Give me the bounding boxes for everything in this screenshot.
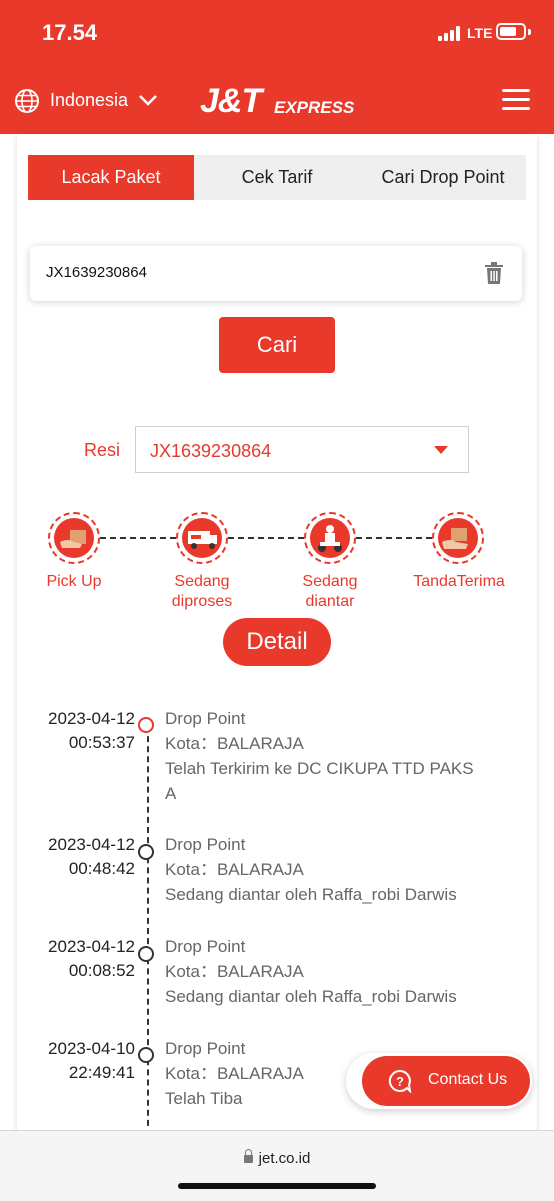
url-text: jet.co.id [258,1150,311,1167]
chevron-down-icon[interactable] [138,93,158,107]
signal-icon [438,25,464,41]
timeline-date: 2023-04-12 00:08:52 [48,937,135,980]
trash-icon[interactable] [485,262,503,284]
timeline-date: 2023-04-10 22:49:41 [48,1039,135,1082]
timeline-details: Drop Point Kota：BALARAJA Sedang diantar o… [165,835,457,904]
step-label-pickup: Pick Up [46,573,102,590]
hamburger-menu-icon[interactable] [502,89,530,111]
resi-label: Resi [84,440,121,460]
logo-sub: EXPRESS [274,98,355,117]
contact-us-button[interactable]: ? Contact Us [362,1056,530,1106]
logo-main: J&T [200,82,262,120]
timeline-line [147,726,149,1136]
timeline-dot [138,1047,154,1063]
step-connector [356,537,432,539]
battery-icon [496,23,526,40]
jnt-logo[interactable]: J&T EXPRESS [200,82,360,122]
search-button[interactable]: Cari [219,317,335,373]
step-connector [228,537,304,539]
step-processing-icon [176,512,228,564]
timeline-date: 2023-04-12 00:48:42 [48,835,135,878]
tab-cari-drop-point[interactable]: Cari Drop Point [360,155,526,200]
svg-text:?: ? [396,1074,404,1089]
timeline-dot [138,717,154,733]
network-label: LTE [467,25,493,41]
contact-us-label: Contact Us [428,1071,508,1088]
timeline-dot [138,946,154,962]
resi-selected-value: JX1639230864 [150,441,272,461]
step-delivering-icon [304,512,356,564]
timeline-date: 2023-04-12 00:53:37 [48,709,135,752]
step-label-delivering: Sedang diantar [302,573,358,610]
step-received-icon [432,512,484,564]
timeline-details: Drop Point Kota：BALARAJA Sedang diantar o… [165,937,457,1006]
timeline-dot [138,844,154,860]
lock-icon [243,1149,253,1163]
resi-select[interactable]: JX1639230864 [135,426,469,473]
site-header: Indonesia J&T EXPRESS [0,66,554,134]
globe-icon[interactable] [14,88,40,114]
tab-bar: Lacak Paket Cek Tarif Cari Drop Point [28,155,526,200]
step-pickup-icon [48,512,100,564]
tab-lacak-paket[interactable]: Lacak Paket [28,155,194,200]
help-chat-icon: ? [388,1069,412,1093]
detail-button[interactable]: Detail [223,618,331,666]
step-label-processing: Sedang diproses [171,573,233,610]
url-display[interactable]: jet.co.id [0,1149,554,1167]
caret-down-icon [434,446,448,454]
timeline-details: Drop Point Kota：BALARAJA Telah Terkirim k… [165,709,474,803]
step-connector [100,537,176,539]
status-bar: 17.54 LTE [0,0,554,66]
browser-url-bar[interactable]: jet.co.id [0,1130,554,1201]
clock: 17.54 [42,20,98,45]
country-selector[interactable]: Indonesia [50,90,128,111]
battery-tip [528,29,531,35]
tracking-input[interactable]: JX1639230864 [30,246,522,301]
home-indicator[interactable] [178,1183,376,1189]
tab-cek-tarif[interactable]: Cek Tarif [194,155,360,200]
step-label-received: TandaTerima [413,573,505,590]
tracking-input-value: JX1639230864 [46,264,147,281]
